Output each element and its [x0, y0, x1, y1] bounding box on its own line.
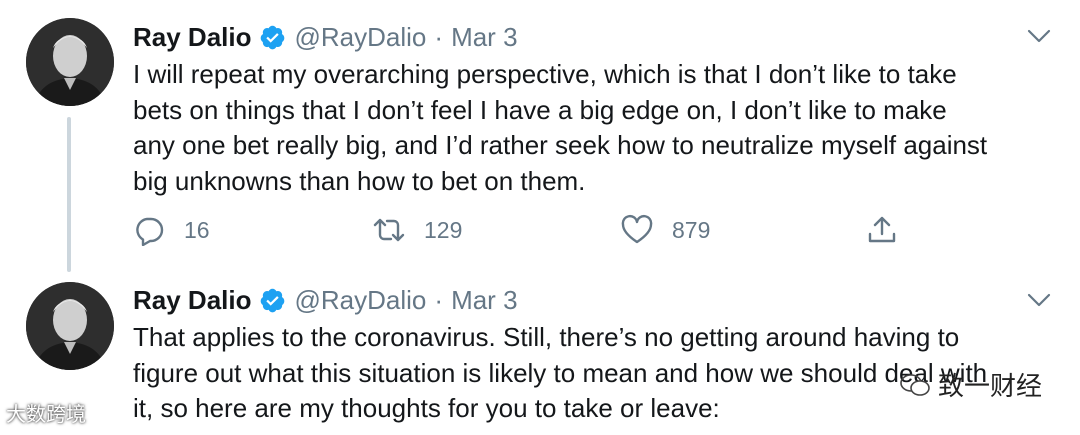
separator-dot: ·	[434, 284, 444, 315]
handle[interactable]: @RayDalio	[295, 22, 427, 53]
like-button[interactable]: 879	[621, 210, 710, 250]
display-name[interactable]: Ray Dalio	[133, 285, 252, 316]
like-count: 879	[672, 216, 711, 243]
thread-connector	[67, 117, 71, 272]
share-button[interactable]	[866, 210, 898, 250]
avatar-portrait	[26, 18, 114, 106]
share-icon	[868, 216, 896, 243]
retweet-icon	[373, 218, 405, 242]
separator-dot: ·	[434, 21, 444, 52]
watermark-right-text: 致一财经	[938, 371, 1043, 401]
chevron-down-icon[interactable]	[1026, 290, 1052, 310]
tweet-header: Ray Dalio @RayDalio · Mar 3	[133, 280, 518, 320]
tweet-actions: 16 129 879	[133, 210, 913, 250]
watermark-right: 致一财经	[900, 366, 1042, 403]
reply-icon	[136, 217, 164, 246]
timestamp[interactable]: Mar 3	[451, 22, 517, 53]
handle[interactable]: @RayDalio	[295, 285, 427, 316]
watermark-left: 大数跨境	[6, 398, 86, 427]
avatar[interactable]	[26, 18, 114, 106]
like-icon	[621, 214, 653, 244]
verified-badge-icon	[260, 25, 284, 49]
tweet[interactable]: Ray Dalio @RayDalio · Mar 3 That applies…	[0, 270, 1080, 435]
tweet[interactable]: Ray Dalio @RayDalio · Mar 3 I will repea…	[0, 0, 1080, 272]
reply-count: 16	[184, 216, 210, 243]
watermark-left-text: 大数跨境	[6, 404, 86, 426]
chevron-down-icon[interactable]	[1026, 26, 1052, 46]
tweet-header: Ray Dalio @RayDalio · Mar 3	[133, 17, 518, 57]
avatar[interactable]	[26, 282, 114, 370]
verified-badge-icon	[260, 288, 284, 312]
display-name[interactable]: Ray Dalio	[133, 22, 252, 53]
reply-button[interactable]: 16	[133, 210, 210, 250]
chat-bubble-icon	[900, 373, 930, 396]
tweet-text: I will repeat my overarching perspective…	[133, 59, 988, 196]
timestamp[interactable]: Mar 3	[451, 285, 517, 316]
retweet-button[interactable]: 129	[373, 210, 462, 250]
retweet-count: 129	[424, 216, 463, 243]
avatar-portrait	[26, 282, 114, 370]
